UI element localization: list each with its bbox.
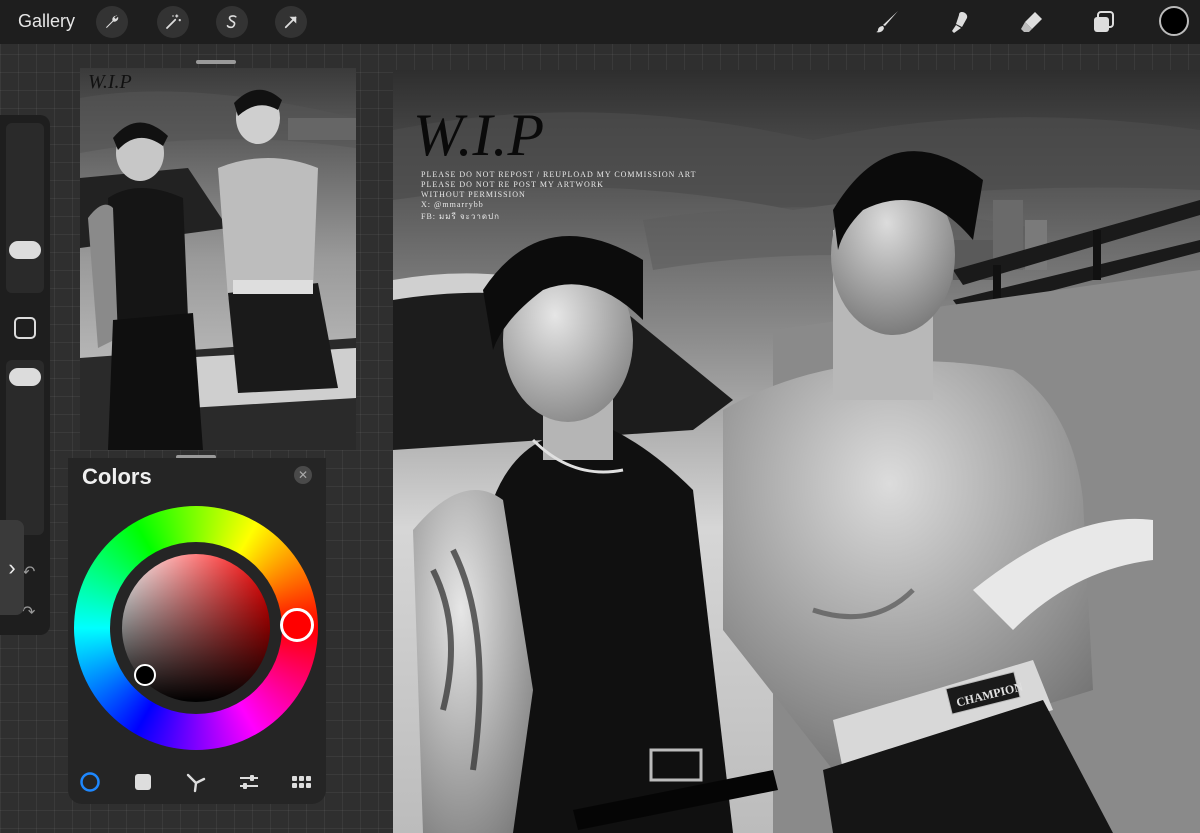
- tab-disc[interactable]: [78, 770, 102, 794]
- colors-panel-title: Colors: [82, 464, 152, 489]
- artwork-canvas[interactable]: CHAMPION W.I.P PLEASE DO NOT REPOST / RE…: [393, 70, 1200, 833]
- redo-icon[interactable]: ↷: [22, 602, 35, 622]
- opacity-thumb[interactable]: [9, 368, 41, 386]
- smudge-icon[interactable]: [946, 7, 976, 37]
- eraser-icon[interactable]: [1017, 7, 1047, 37]
- brush-icon[interactable]: [873, 7, 903, 37]
- harmony-tab-icon: [186, 773, 206, 793]
- colors-panel: Colors ✕: [68, 458, 326, 804]
- tab-classic[interactable]: [131, 770, 155, 794]
- watermark-line-1: PLEASE DO NOT REPOST / REUPLOAD MY COMMI…: [421, 170, 697, 179]
- close-icon[interactable]: ✕: [294, 466, 312, 484]
- sidebar-collapse-tab[interactable]: ›: [0, 520, 24, 615]
- color-picker-knob[interactable]: [134, 664, 156, 686]
- palettes-tab-icon: [292, 776, 311, 788]
- selection-s-icon[interactable]: [216, 6, 248, 38]
- hue-knob[interactable]: [280, 608, 314, 642]
- wrench-icon[interactable]: [96, 6, 128, 38]
- disc-tab-icon: [80, 772, 100, 792]
- reference-image: W.I.P: [80, 68, 356, 450]
- reference-window[interactable]: W.I.P: [68, 58, 368, 458]
- opacity-slider[interactable]: [6, 360, 44, 535]
- eyedropper-square-icon[interactable]: [14, 317, 36, 339]
- watermark-line-2: PLEASE DO NOT RE POST MY ARTWORK: [421, 180, 604, 189]
- watermark-line-5: FB: มมรี จะวาดปก: [421, 212, 500, 221]
- undo-icon[interactable]: ↶: [22, 562, 35, 582]
- layers-icon[interactable]: [1089, 7, 1119, 37]
- wip-title: W.I.P: [413, 102, 544, 168]
- tab-palettes[interactable]: [290, 770, 314, 794]
- brush-size-thumb[interactable]: [9, 241, 41, 259]
- current-color-swatch[interactable]: [1159, 6, 1189, 36]
- classic-tab-icon: [135, 774, 151, 790]
- brush-size-slider[interactable]: [6, 123, 44, 293]
- top-toolbar: Gallery: [0, 0, 1200, 44]
- watermark-line-3: WITHOUT PERMISSION: [421, 190, 526, 199]
- watermark-line-4: X: @mmarrybb: [421, 200, 484, 209]
- tab-value[interactable]: [237, 770, 261, 794]
- arrow-transform-icon[interactable]: [275, 6, 307, 38]
- value-tab-icon: [240, 775, 258, 789]
- reference-wip-title: W.I.P: [88, 71, 132, 93]
- magic-wand-icon[interactable]: [157, 6, 189, 38]
- chevron-right-icon: ›: [8, 554, 16, 580]
- gallery-button[interactable]: Gallery: [18, 11, 75, 32]
- tab-harmony[interactable]: [184, 770, 208, 794]
